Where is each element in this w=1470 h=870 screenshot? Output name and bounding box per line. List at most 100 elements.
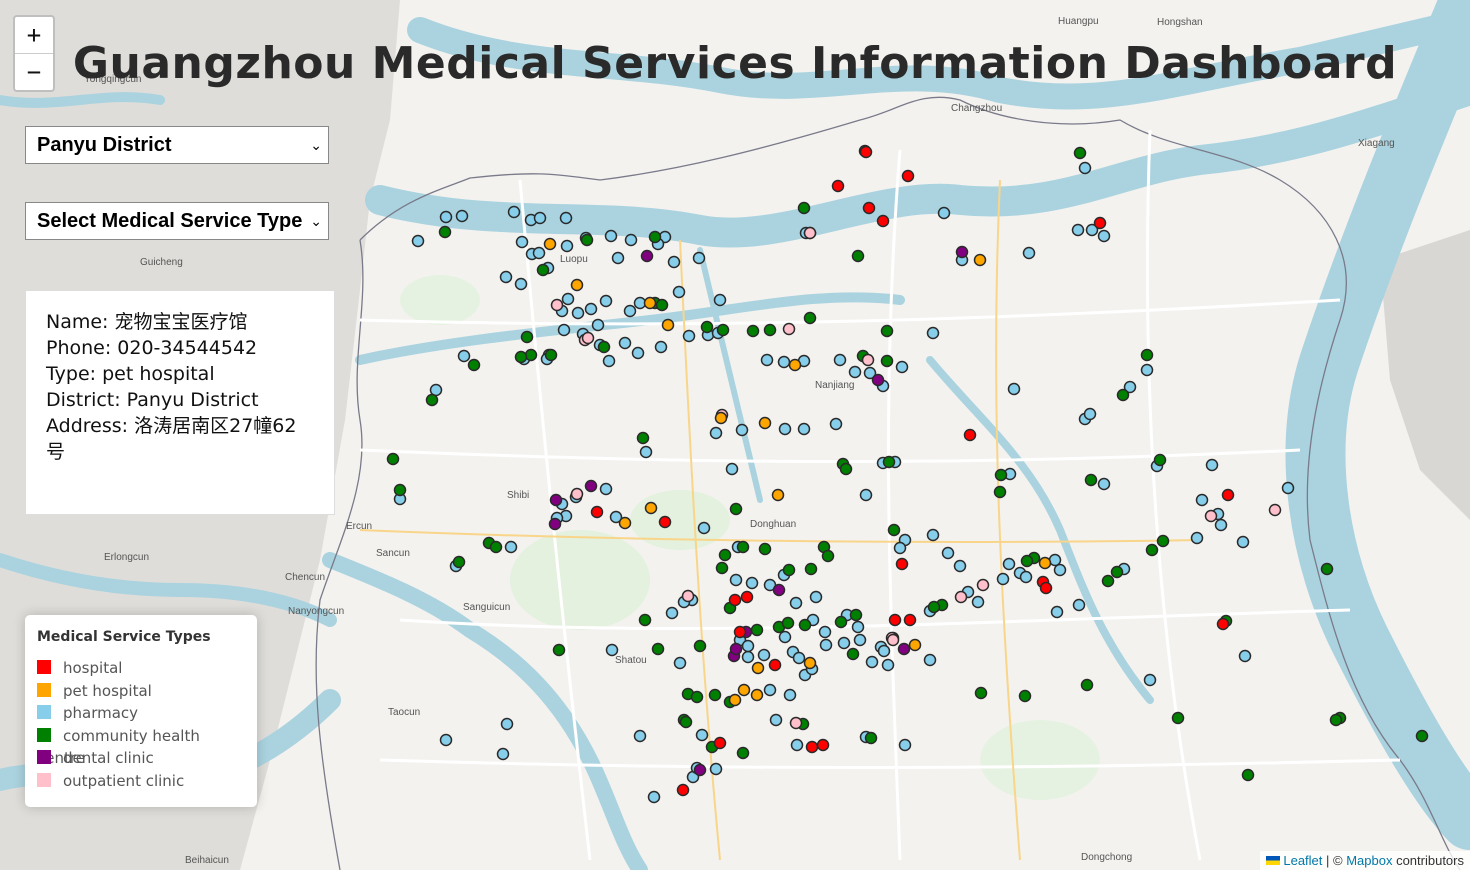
marker-pet-hospital[interactable] (644, 501, 658, 515)
marker-pharmacy[interactable] (893, 541, 907, 555)
marker-community-health-centre[interactable] (1018, 689, 1032, 703)
marker-pharmacy[interactable] (1236, 535, 1250, 549)
marker-outpatient-clinic[interactable] (886, 633, 900, 647)
marker-community-health-centre[interactable] (882, 455, 896, 469)
marker-community-health-centre[interactable] (1171, 711, 1185, 725)
marker-pharmacy[interactable] (818, 625, 832, 639)
marker-hospital[interactable] (658, 515, 672, 529)
marker-pharmacy[interactable] (741, 650, 755, 664)
marker-community-health-centre[interactable] (851, 249, 865, 263)
marker-outpatient-clinic[interactable] (1204, 509, 1218, 523)
marker-community-health-centre[interactable] (597, 340, 611, 354)
marker-community-health-centre[interactable] (636, 431, 650, 445)
marker-community-health-centre[interactable] (552, 643, 566, 657)
marker-pharmacy[interactable] (1078, 161, 1092, 175)
marker-pharmacy[interactable] (778, 422, 792, 436)
marker-pet-hospital[interactable] (750, 688, 764, 702)
marker-pharmacy[interactable] (797, 422, 811, 436)
marker-hospital[interactable] (728, 593, 742, 607)
marker-pharmacy[interactable] (561, 292, 575, 306)
marker-community-health-centre[interactable] (803, 311, 817, 325)
marker-pharmacy[interactable] (923, 653, 937, 667)
marker-community-health-centre[interactable] (763, 323, 777, 337)
marker-hospital[interactable] (676, 783, 690, 797)
marker-pharmacy[interactable] (611, 251, 625, 265)
marker-pharmacy[interactable] (881, 658, 895, 672)
marker-pharmacy[interactable] (848, 365, 862, 379)
marker-hospital[interactable] (816, 738, 830, 752)
marker-community-health-centre[interactable] (580, 233, 594, 247)
marker-community-health-centre[interactable] (846, 647, 860, 661)
marker-community-health-centre[interactable] (715, 561, 729, 575)
marker-hospital[interactable] (888, 613, 902, 627)
marker-pet-hospital[interactable] (618, 516, 632, 530)
marker-community-health-centre[interactable] (693, 639, 707, 653)
marker-pharmacy[interactable] (1083, 407, 1097, 421)
marker-community-health-centre[interactable] (797, 201, 811, 215)
marker-pharmacy[interactable] (533, 211, 547, 225)
marker-pharmacy[interactable] (926, 528, 940, 542)
marker-community-health-centre[interactable] (834, 615, 848, 629)
marker-pet-hospital[interactable] (543, 237, 557, 251)
marker-pharmacy[interactable] (532, 246, 546, 260)
marker-pharmacy[interactable] (439, 210, 453, 224)
marker-community-health-centre[interactable] (438, 225, 452, 239)
marker-hospital[interactable] (805, 740, 819, 754)
marker-dental-clinic[interactable] (548, 517, 562, 531)
marker-pharmacy[interactable] (457, 349, 471, 363)
marker-community-health-centre[interactable] (798, 618, 812, 632)
marker-community-health-centre[interactable] (758, 542, 772, 556)
marker-community-health-centre[interactable] (452, 555, 466, 569)
marker-community-health-centre[interactable] (536, 263, 550, 277)
marker-pet-hospital[interactable] (661, 318, 675, 332)
marker-pharmacy[interactable] (792, 651, 806, 665)
marker-hospital[interactable] (963, 428, 977, 442)
marker-hospital[interactable] (876, 214, 890, 228)
marker-pharmacy[interactable] (631, 346, 645, 360)
marker-hospital[interactable] (1093, 216, 1107, 230)
marker-pharmacy[interactable] (515, 235, 529, 249)
marker-community-health-centre[interactable] (927, 600, 941, 614)
marker-pharmacy[interactable] (599, 294, 613, 308)
marker-hospital[interactable] (1216, 617, 1230, 631)
marker-pet-hospital[interactable] (803, 656, 817, 670)
marker-community-health-centre[interactable] (974, 686, 988, 700)
marker-community-health-centre[interactable] (993, 485, 1007, 499)
marker-dental-clinic[interactable] (729, 642, 743, 656)
marker-pharmacy[interactable] (695, 728, 709, 742)
marker-pet-hospital[interactable] (758, 416, 772, 430)
marker-pharmacy[interactable] (654, 340, 668, 354)
marker-community-health-centre[interactable] (690, 690, 704, 704)
marker-community-health-centre[interactable] (718, 548, 732, 562)
marker-community-health-centre[interactable] (1153, 453, 1167, 467)
marker-pharmacy[interactable] (777, 355, 791, 369)
marker-outpatient-clinic[interactable] (1268, 503, 1282, 517)
marker-community-health-centre[interactable] (821, 549, 835, 563)
marker-pharmacy[interactable] (1007, 382, 1021, 396)
marker-community-health-centre[interactable] (1145, 543, 1159, 557)
marker-hospital[interactable] (768, 658, 782, 672)
marker-pharmacy[interactable] (1022, 246, 1036, 260)
marker-outpatient-clinic[interactable] (954, 590, 968, 604)
marker-community-health-centre[interactable] (700, 320, 714, 334)
marker-pet-hospital[interactable] (570, 278, 584, 292)
marker-pharmacy[interactable] (697, 521, 711, 535)
marker-pharmacy[interactable] (623, 304, 637, 318)
marker-community-health-centre[interactable] (520, 330, 534, 344)
marker-pharmacy[interactable] (672, 285, 686, 299)
marker-pharmacy[interactable] (557, 323, 571, 337)
marker-pharmacy[interactable] (1019, 570, 1033, 584)
marker-community-health-centre[interactable] (655, 298, 669, 312)
marker-community-health-centre[interactable] (729, 502, 743, 516)
marker-community-health-centre[interactable] (638, 613, 652, 627)
marker-hospital[interactable] (859, 145, 873, 159)
marker-pet-hospital[interactable] (737, 683, 751, 697)
marker-pharmacy[interactable] (895, 360, 909, 374)
marker-pharmacy[interactable] (1140, 363, 1154, 377)
marker-community-health-centre[interactable] (887, 523, 901, 537)
marker-pharmacy[interactable] (624, 233, 638, 247)
marker-dental-clinic[interactable] (772, 583, 786, 597)
marker-community-health-centre[interactable] (514, 350, 528, 364)
marker-pharmacy[interactable] (667, 255, 681, 269)
marker-community-health-centre[interactable] (880, 324, 894, 338)
